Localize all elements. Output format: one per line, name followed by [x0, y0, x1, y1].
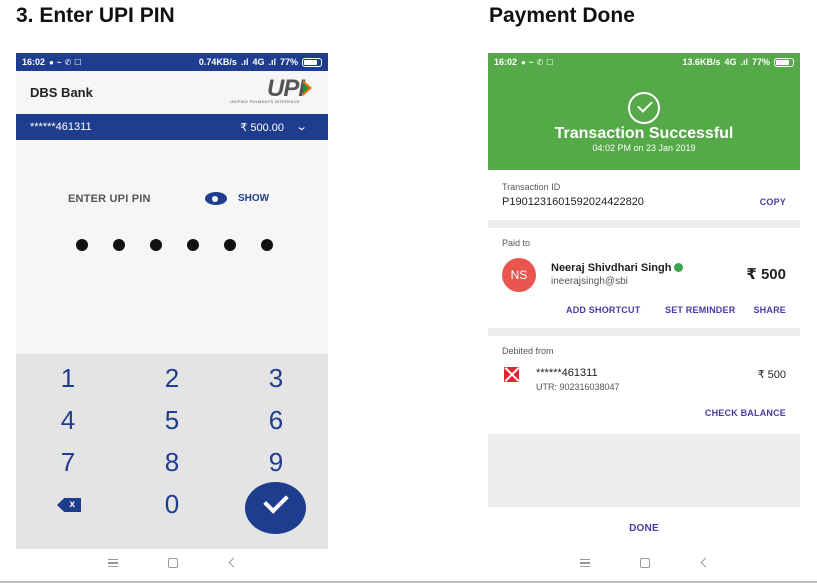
transaction-id-label: Transaction ID: [502, 182, 561, 192]
key-5[interactable]: 5: [142, 401, 202, 439]
key-2[interactable]: 2: [142, 359, 202, 397]
status-time: 16:02: [494, 57, 518, 67]
success-banner: Transaction Successful 04:02 PM on 23 Ja…: [488, 71, 800, 170]
share-button[interactable]: SHARE: [753, 305, 786, 315]
upi-arrow-icon: [303, 83, 309, 93]
account-number: ******461311: [30, 121, 92, 133]
left-caption: 3. Enter UPI PIN: [16, 4, 175, 27]
numeric-keypad: 1 2 3 4 5 6 7 8 9 x 0: [16, 354, 328, 549]
network-speed: 0.74KB/s: [198, 57, 237, 67]
menu-icon[interactable]: [108, 559, 118, 567]
debited-from-label: Debited from: [502, 346, 554, 356]
backspace-icon[interactable]: x: [57, 498, 81, 512]
account-selector[interactable]: ******461311 ₹ 500.00 ⌄: [16, 114, 328, 140]
debited-from-card: Debited from ******461311 UTR: 902316038…: [488, 336, 800, 434]
network-type: 4G: [724, 57, 737, 67]
signal-icon: .ıl: [268, 57, 276, 67]
bank-header: DBS Bank UPI UNIFIED PAYMENTS INTERFACE: [16, 71, 328, 114]
system-nav-bar: [16, 549, 328, 581]
pin-dot: [76, 239, 88, 251]
battery-icon: [302, 57, 322, 67]
status-bar: 16:02 ●~✆☐ 13.6KB/s 4G .ıl 77%: [488, 53, 800, 71]
key-9[interactable]: 9: [246, 443, 306, 481]
check-circle-icon: [628, 92, 660, 124]
key-8[interactable]: 8: [142, 443, 202, 481]
submit-pin-button[interactable]: [245, 482, 306, 534]
chevron-down-icon[interactable]: ⌄: [295, 120, 308, 133]
paid-amount: ₹ 500: [746, 266, 786, 283]
battery-percent: 77%: [279, 57, 298, 67]
payment-done-screen: 16:02 ●~✆☐ 13.6KB/s 4G .ıl 77% Transacti…: [488, 53, 800, 581]
key-1[interactable]: 1: [38, 359, 98, 397]
status-time: 16:02: [22, 57, 46, 67]
transaction-id: P1901231601592024422820: [502, 196, 644, 208]
success-timestamp: 04:02 PM on 23 Jan 2019: [592, 143, 696, 153]
copy-button[interactable]: COPY: [760, 197, 786, 207]
battery-percent: 77%: [751, 57, 770, 67]
payment-amount: ₹ 500.00: [240, 122, 284, 134]
status-bar: 16:02 ●~✆☐ 0.74KB/s .ıl 4G .ıl 77%: [16, 53, 328, 71]
back-icon[interactable]: [700, 557, 711, 568]
pin-dots: [76, 239, 273, 251]
network-speed: 13.6KB/s: [682, 57, 721, 67]
upi-tagline: UNIFIED PAYMENTS INTERFACE: [230, 99, 300, 104]
success-title: Transaction Successful: [554, 125, 734, 142]
notification-icons: ●~✆☐: [521, 57, 557, 67]
key-0[interactable]: 0: [142, 485, 202, 523]
avatar: NS: [502, 258, 536, 292]
debit-amount: ₹ 500: [757, 369, 786, 381]
key-3[interactable]: 3: [246, 359, 306, 397]
key-6[interactable]: 6: [246, 401, 306, 439]
done-button[interactable]: DONE: [488, 523, 800, 534]
system-nav-bar: [488, 549, 800, 581]
pin-dot: [261, 239, 273, 251]
notification-icons: ●~✆☐: [49, 57, 85, 67]
payee-name: Neeraj Shivdhari Singh: [551, 262, 672, 274]
back-icon[interactable]: [228, 557, 239, 568]
pin-dot: [187, 239, 199, 251]
check-balance-button[interactable]: CHECK BALANCE: [705, 408, 786, 418]
payee-name-row: Neeraj Shivdhari Singh: [551, 262, 684, 274]
enter-pin-label: ENTER UPI PIN: [68, 193, 151, 205]
add-shortcut-button[interactable]: ADD SHORTCUT: [566, 305, 640, 315]
payee-vpa: ineerajsingh@sbi: [551, 276, 628, 287]
signal-icon: .ıl: [740, 57, 748, 67]
paid-to-card: Paid to NS Neeraj Shivdhari Singh ineera…: [488, 228, 800, 328]
home-icon[interactable]: [640, 558, 650, 568]
network-type: 4G: [252, 57, 265, 67]
home-icon[interactable]: [168, 558, 178, 568]
pin-dot: [113, 239, 125, 251]
transaction-card: Transaction ID P1901231601592024422820 C…: [488, 170, 800, 220]
pin-dot: [150, 239, 162, 251]
signal-icon: .ıl: [240, 57, 249, 67]
menu-icon[interactable]: [580, 559, 590, 567]
set-reminder-button[interactable]: SET REMINDER: [665, 305, 735, 315]
battery-icon: [774, 57, 794, 67]
verified-icon: [674, 262, 684, 272]
key-4[interactable]: 4: [38, 401, 98, 439]
eye-icon[interactable]: [205, 192, 227, 205]
utr-number: UTR: 902316038047: [536, 382, 620, 392]
debit-account-number: ******461311: [536, 367, 598, 379]
pin-dot: [224, 239, 236, 251]
key-7[interactable]: 7: [38, 443, 98, 481]
show-pin-button[interactable]: SHOW: [238, 193, 269, 204]
bank-logo-icon: [504, 367, 519, 382]
bank-name: DBS Bank: [30, 85, 93, 100]
done-bar: DONE: [488, 507, 800, 549]
right-caption: Payment Done: [489, 4, 635, 27]
upi-pin-screen: 16:02 ●~✆☐ 0.74KB/s .ıl 4G .ıl 77% DBS B…: [16, 53, 328, 581]
upi-logo: UPI UNIFIED PAYMENTS INTERFACE: [230, 75, 312, 107]
paid-to-label: Paid to: [502, 238, 531, 248]
